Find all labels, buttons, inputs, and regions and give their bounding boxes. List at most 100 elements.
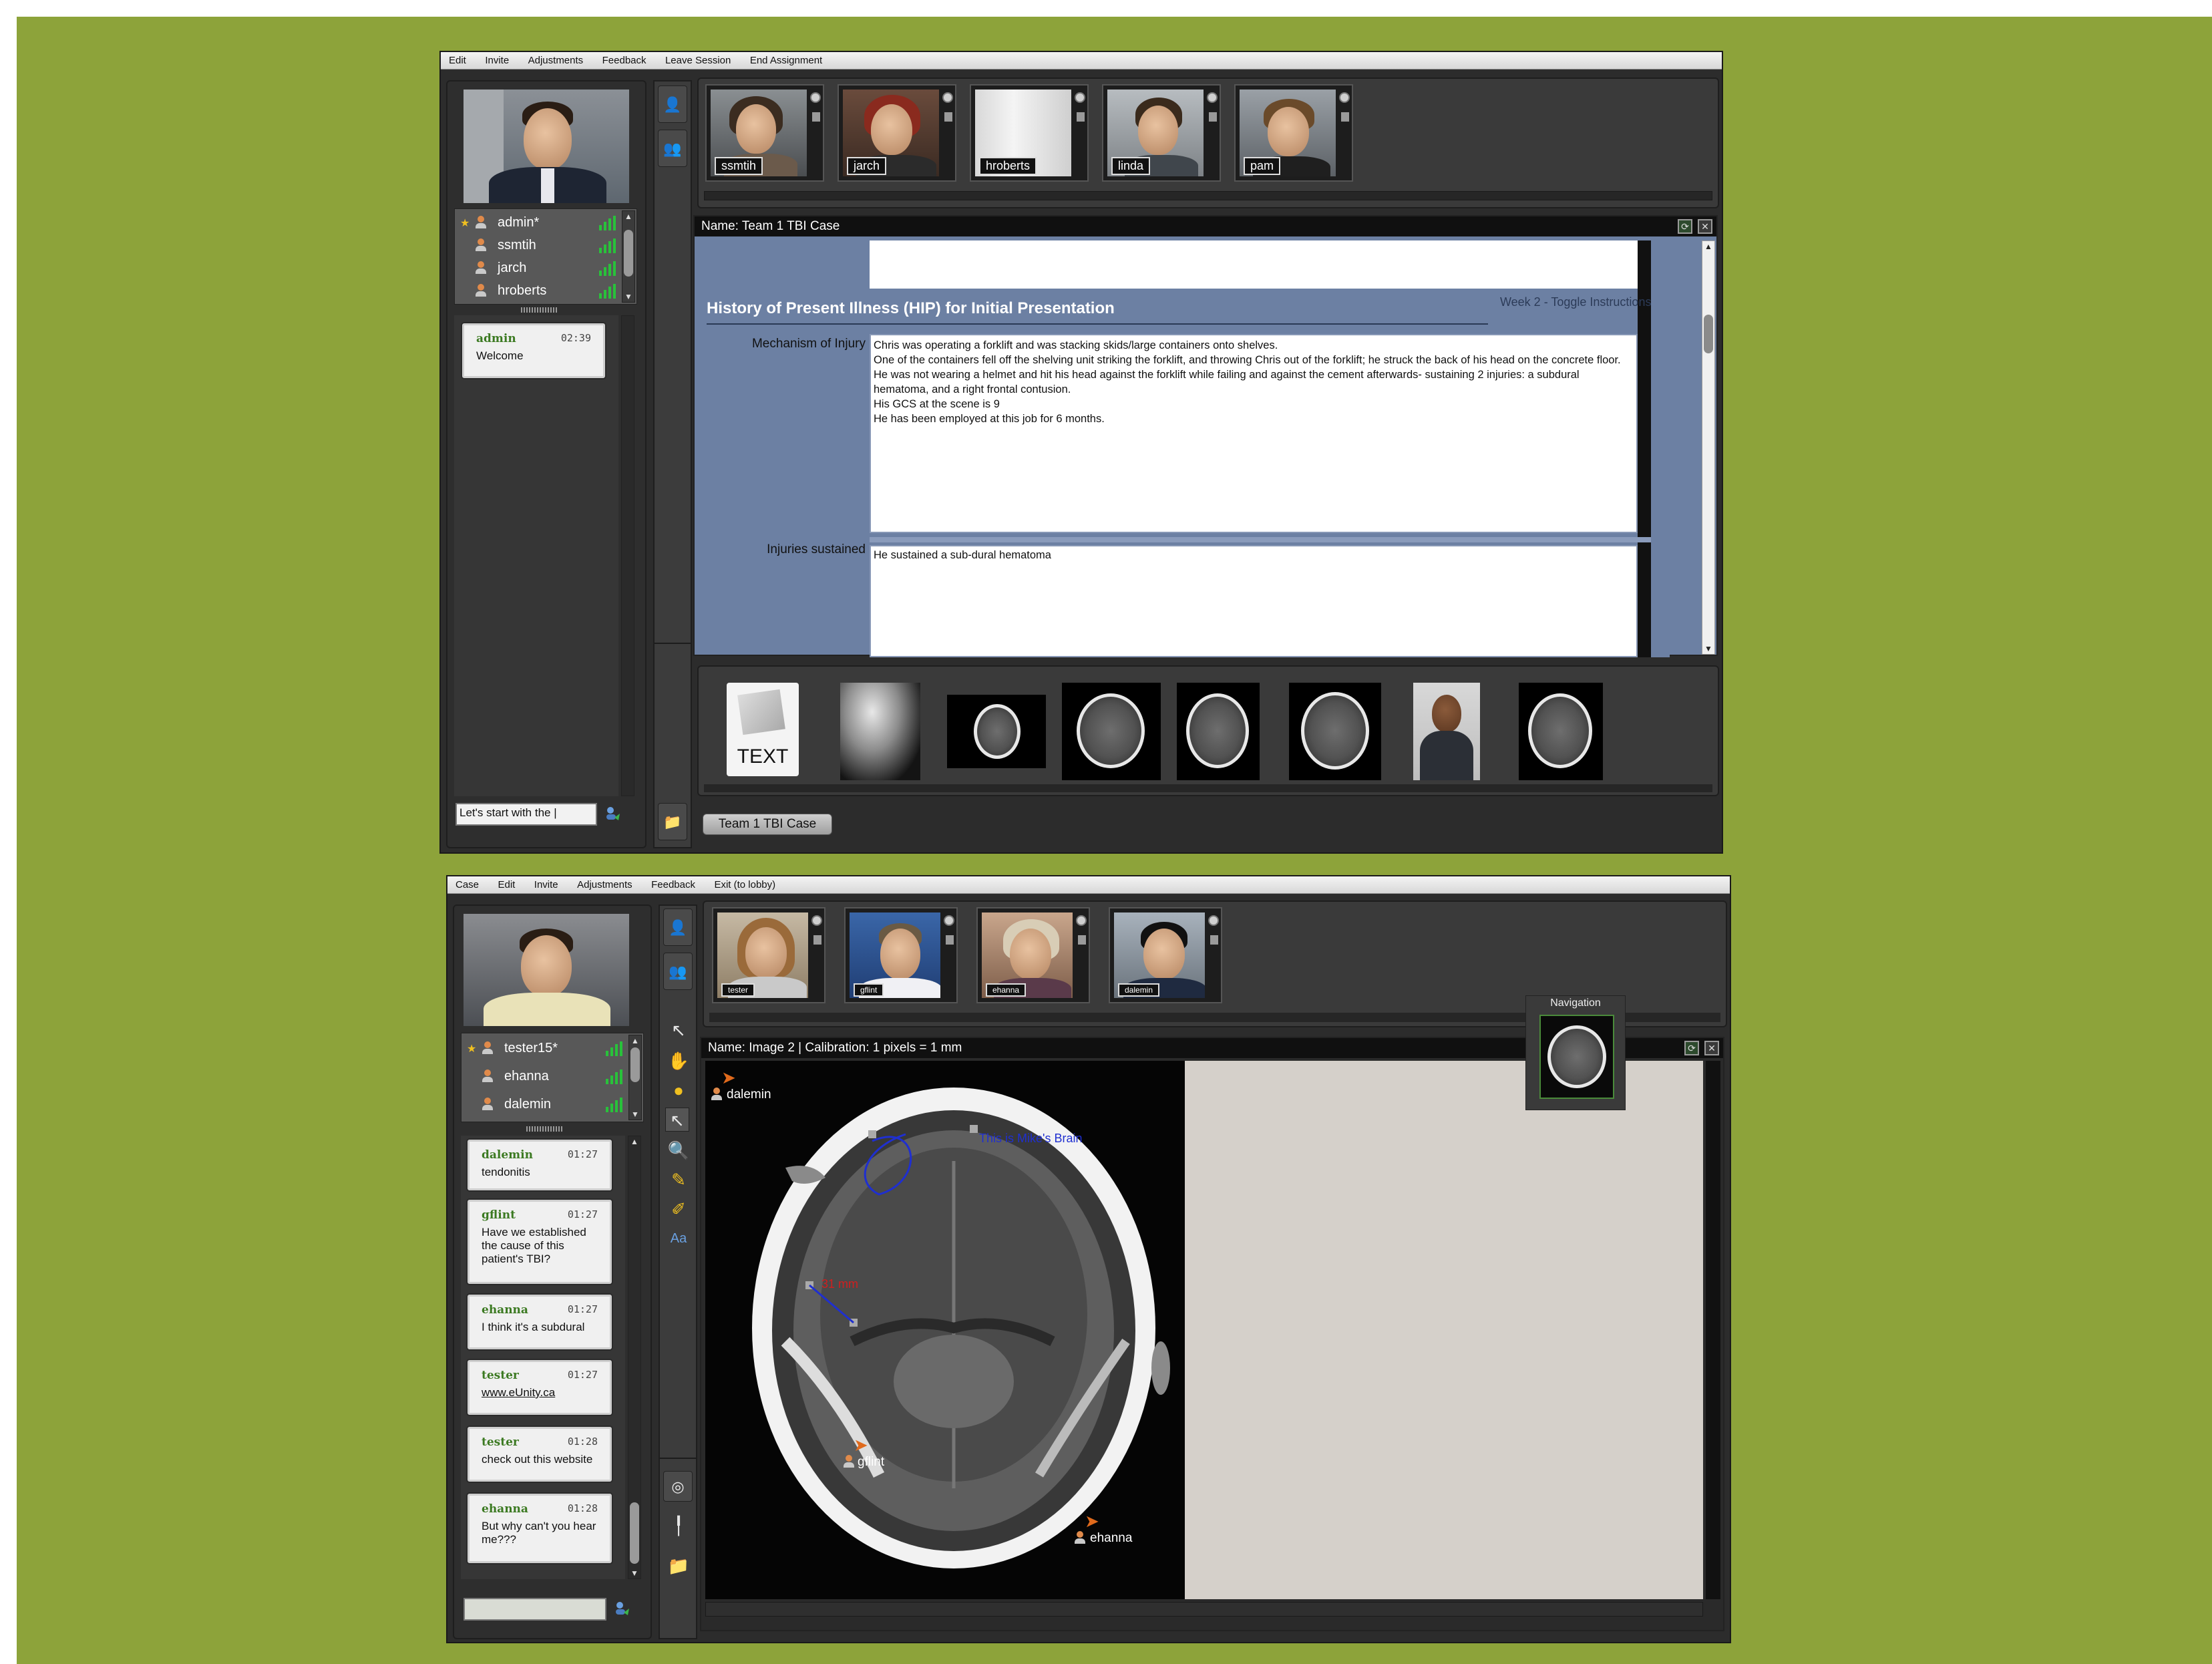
participant-tile[interactable]: linda [1102, 84, 1221, 182]
image-scrollbar-vertical[interactable] [1706, 1061, 1720, 1599]
scroll-up-icon[interactable]: ▲ [629, 1035, 641, 1046]
mic-icon[interactable] [813, 935, 821, 945]
user-row[interactable]: ehanna [462, 1065, 623, 1088]
navigation-panel[interactable]: Navigation [1525, 995, 1626, 1110]
user-row[interactable]: ★ tester15* [462, 1037, 623, 1060]
pen-icon[interactable]: ✎ [667, 1168, 691, 1192]
mic-icon[interactable] [1077, 112, 1085, 122]
scroll-down-icon[interactable]: ▼ [622, 291, 634, 302]
user-list-scrollbar[interactable]: ▲ ▼ [628, 1035, 642, 1120]
scroll-down-icon[interactable]: ▼ [629, 1109, 641, 1120]
mic-icon[interactable] [1341, 112, 1349, 122]
circle-icon[interactable]: ● [667, 1078, 691, 1102]
menu-case[interactable]: Case [447, 876, 487, 890]
menu-leave-session[interactable]: Leave Session [657, 52, 739, 66]
user-row[interactable]: ★ admin* [455, 212, 616, 234]
restore-icon[interactable]: ⟳ [1684, 1041, 1699, 1055]
chat-input[interactable]: Let's start with the | [455, 803, 597, 826]
mic-icon[interactable] [1210, 935, 1218, 945]
resize-grip[interactable] [521, 307, 558, 313]
menu-feedback[interactable]: Feedback [643, 876, 703, 890]
participant-tile[interactable]: tester [712, 907, 825, 1003]
brain-view-icon[interactable]: ◎ [663, 1471, 693, 1502]
user-row[interactable]: jarch [455, 257, 616, 280]
scroll-up-icon[interactable]: ▲ [628, 1136, 640, 1147]
participant-tile[interactable]: dalemin [1109, 907, 1222, 1003]
close-icon[interactable]: ✕ [1698, 219, 1712, 234]
resize-grip[interactable] [526, 1126, 564, 1132]
zoom-icon[interactable] [1076, 915, 1087, 926]
participant-tile[interactable]: ssmtih [705, 84, 824, 182]
gallery-item-ct[interactable] [947, 695, 1046, 768]
scroll-down-icon[interactable]: ▼ [628, 1568, 640, 1578]
toggle-instructions-link[interactable]: Week 2 - Toggle Instructions [1500, 295, 1651, 309]
folder-icon[interactable]: 📁 [658, 803, 687, 840]
send-icon[interactable] [605, 806, 621, 822]
gallery-item-ct[interactable] [1289, 683, 1381, 780]
gallery-item-photo[interactable] [1413, 683, 1480, 780]
scroll-up-icon[interactable]: ▲ [1702, 241, 1714, 252]
image-scrollbar-horizontal[interactable] [705, 1602, 1703, 1617]
send-icon[interactable] [614, 1601, 630, 1617]
scroll-up-icon[interactable]: ▲ [622, 211, 634, 222]
menu-invite[interactable]: Invite [477, 52, 517, 66]
participant-tile[interactable]: jarch [838, 84, 956, 182]
user-row[interactable]: ssmtih [455, 234, 616, 257]
user-list-scrollbar[interactable]: ▲ ▼ [622, 210, 635, 303]
folder-icon[interactable]: 📁 [667, 1554, 691, 1578]
mic-icon[interactable] [1209, 112, 1217, 122]
menu-end-assignment[interactable]: End Assignment [742, 52, 830, 66]
restore-icon[interactable]: ⟳ [1678, 219, 1692, 234]
ct-image-area[interactable]: This is Mike's Brain 31 mm ➤ dalemin ➤ g… [705, 1061, 1185, 1599]
chat-scrollbar[interactable] [621, 315, 634, 796]
gallery-item-ct[interactable] [1177, 683, 1260, 780]
chat-link[interactable]: www.eUnity.ca [482, 1386, 600, 1399]
zoom-icon[interactable]: 🔍 [667, 1138, 691, 1162]
highlighter-icon[interactable]: ✐ [667, 1197, 691, 1221]
menu-edit[interactable]: Edit [441, 52, 474, 66]
menu-adjustments[interactable]: Adjustments [569, 876, 640, 890]
mic-icon[interactable] [812, 112, 820, 122]
zoom-icon[interactable] [942, 92, 953, 103]
user-row[interactable]: dalemin [462, 1094, 623, 1116]
zoom-icon[interactable] [1207, 92, 1218, 103]
chat-scrollbar[interactable]: ▲ ▼ [628, 1136, 641, 1579]
zoom-icon[interactable] [944, 915, 954, 926]
zoom-icon[interactable] [1208, 915, 1219, 926]
zoom-icon[interactable] [811, 915, 822, 926]
mic-icon[interactable] [1078, 935, 1086, 945]
participant-tile[interactable]: hroberts [970, 84, 1089, 182]
user-settings-icon[interactable]: 👥 [663, 953, 693, 990]
probe-icon[interactable]: ╿ [667, 1514, 691, 1538]
gallery-item-ct[interactable] [1062, 683, 1161, 780]
zoom-icon[interactable] [1075, 92, 1085, 103]
participant-tile[interactable]: gflint [844, 907, 958, 1003]
hand-icon[interactable]: ✋ [667, 1049, 691, 1073]
gallery-item-xray[interactable] [840, 683, 920, 780]
mechanism-textarea[interactable]: Chris was operating a forklift and was s… [870, 334, 1638, 533]
injuries-textarea[interactable]: He sustained a sub-dural hematoma [870, 545, 1638, 657]
mic-icon[interactable] [944, 112, 952, 122]
participant-tile[interactable]: pam [1234, 84, 1353, 182]
scroll-down-icon[interactable]: ▼ [1702, 643, 1714, 654]
chat-input[interactable] [464, 1598, 606, 1621]
user-row[interactable]: hroberts [455, 280, 616, 303]
participants-scrollbar[interactable] [704, 191, 1712, 200]
text-tool-icon[interactable]: Aa [667, 1226, 691, 1251]
select-icon[interactable]: ↖ [665, 1108, 689, 1132]
user-settings-icon[interactable]: 👥 [658, 130, 687, 167]
document-scrollbar[interactable]: ▲ ▼ [1702, 240, 1715, 655]
pointer-icon[interactable]: ↖ [667, 1018, 691, 1042]
gallery-scrollbar[interactable] [704, 784, 1712, 792]
menu-edit[interactable]: Edit [490, 876, 523, 890]
menu-exit-to-lobby[interactable]: Exit (to lobby) [706, 876, 783, 890]
close-icon[interactable]: ✕ [1704, 1041, 1719, 1055]
participant-tile[interactable]: ehanna [976, 907, 1090, 1003]
gallery-item-ct[interactable] [1519, 683, 1603, 780]
gallery-item-text-file[interactable]: TEXT [727, 683, 799, 776]
user-add-icon[interactable]: 👤 [658, 86, 687, 123]
menu-adjustments[interactable]: Adjustments [520, 52, 592, 66]
zoom-icon[interactable] [1339, 92, 1350, 103]
menu-feedback[interactable]: Feedback [594, 52, 655, 66]
zoom-icon[interactable] [810, 92, 821, 103]
